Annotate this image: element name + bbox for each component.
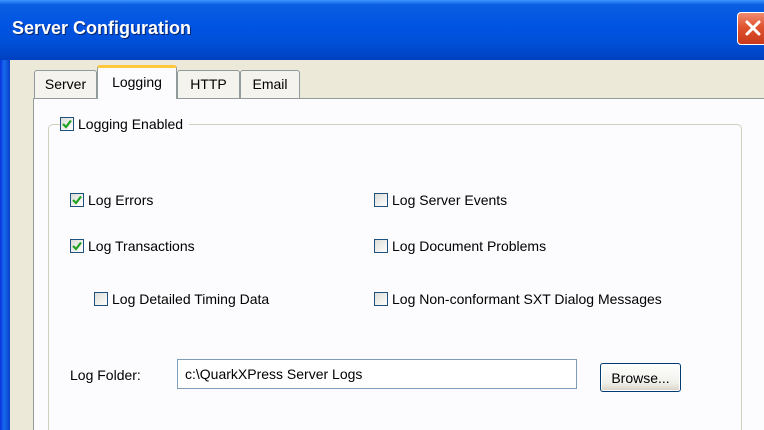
log-document-problems-label: Log Document Problems <box>392 238 547 254</box>
log-document-problems-checkbox[interactable]: Log Document Problems <box>374 236 547 256</box>
tab-server[interactable]: Server <box>34 70 97 98</box>
checkbox-box[interactable] <box>374 193 388 207</box>
tab-http[interactable]: HTTP <box>177 70 240 98</box>
logging-enabled-checkbox[interactable]: Logging Enabled <box>60 114 190 134</box>
checkmark-icon <box>72 195 82 205</box>
log-errors-label: Log Errors <box>88 192 154 208</box>
checkmark-icon <box>62 119 72 129</box>
log-detailed-timing-label: Log Detailed Timing Data <box>112 291 270 307</box>
log-transactions-checkbox[interactable]: Log Transactions <box>70 236 195 256</box>
window-title: Server Configuration <box>12 18 192 38</box>
close-icon <box>745 20 761 36</box>
log-folder-label: Log Folder: <box>70 367 141 383</box>
checkmark-icon <box>72 241 82 251</box>
close-button[interactable] <box>737 12 764 45</box>
browse-button[interactable]: Browse... <box>600 363 681 392</box>
log-transactions-label: Log Transactions <box>88 238 195 254</box>
log-detailed-timing-checkbox[interactable]: Log Detailed Timing Data <box>94 289 270 309</box>
checkbox-box[interactable] <box>60 117 74 131</box>
checkbox-box[interactable] <box>374 292 388 306</box>
tab-logging[interactable]: Logging <box>97 65 177 99</box>
log-server-events-checkbox[interactable]: Log Server Events <box>374 190 508 210</box>
checkbox-box[interactable] <box>374 239 388 253</box>
tab-email[interactable]: Email <box>240 70 300 98</box>
log-errors-checkbox[interactable]: Log Errors <box>70 190 154 210</box>
window-frame-left <box>0 60 10 430</box>
title-bar[interactable]: Server Configuration <box>0 0 764 60</box>
log-folder-input[interactable] <box>177 359 577 389</box>
log-sxt-messages-checkbox[interactable]: Log Non-conformant SXT Dialog Messages <box>374 289 662 309</box>
logging-enabled-label: Logging Enabled <box>78 116 184 132</box>
log-sxt-messages-label: Log Non-conformant SXT Dialog Messages <box>392 291 662 307</box>
checkbox-box[interactable] <box>94 292 108 306</box>
log-server-events-label: Log Server Events <box>392 192 508 208</box>
checkbox-box[interactable] <box>70 193 84 207</box>
checkbox-box[interactable] <box>70 239 84 253</box>
